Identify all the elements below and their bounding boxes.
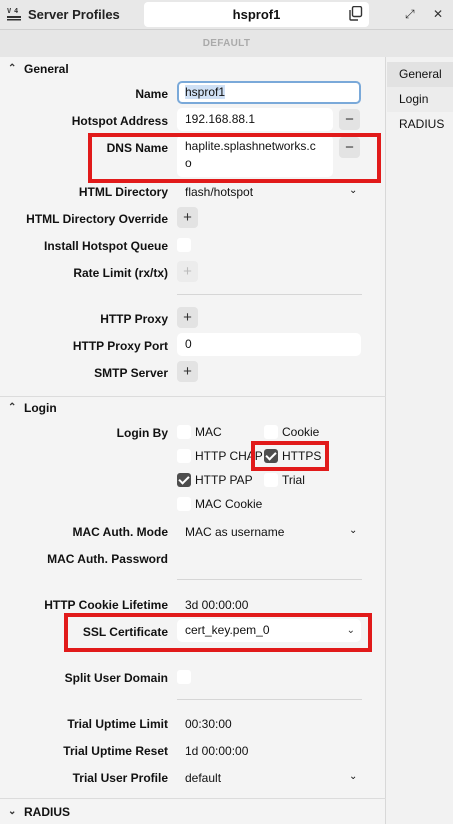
login-section-header[interactable]: ⌃ Login — [0, 397, 386, 419]
smtp-server-add-button[interactable]: + — [177, 361, 198, 382]
hotspot-address-input[interactable]: 192.168.88.1 — [177, 108, 333, 131]
trial-user-profile-label: Trial User Profile — [72, 771, 168, 785]
profile-name-display[interactable]: hsprof1 — [144, 2, 369, 27]
html-directory-override-add-button[interactable]: + — [177, 207, 198, 228]
https-highlight — [251, 441, 329, 471]
http-proxy-add-button[interactable]: + — [177, 307, 198, 328]
divider — [177, 699, 362, 700]
http-chap-checkbox[interactable] — [177, 449, 191, 463]
trial-uptime-limit-value[interactable]: 00:30:00 — [185, 717, 232, 731]
copy-icon[interactable] — [349, 5, 363, 21]
rate-limit-label: Rate Limit (rx/tx) — [73, 266, 168, 280]
chevron-down-icon[interactable]: ⌄ — [349, 525, 357, 536]
chevron-up-icon: ⌃ — [8, 402, 17, 413]
http-pap-option-label: HTTP PAP — [195, 473, 253, 487]
title-bar: V4 Server Profiles hsprof1 ⤢ ✕ — [0, 0, 453, 30]
general-header-label: General — [24, 62, 69, 76]
split-user-domain-label: Split User Domain — [64, 671, 168, 685]
install-hotspot-queue-checkbox[interactable] — [177, 238, 191, 252]
install-hotspot-queue-label: Install Hotspot Queue — [43, 239, 168, 253]
radius-section-header[interactable]: ⌄ RADIUS — [0, 801, 386, 823]
split-user-domain-checkbox[interactable] — [177, 670, 191, 684]
chevron-down-icon[interactable]: ⌄ — [349, 771, 357, 782]
mac-cookie-option-label: MAC Cookie — [195, 497, 263, 511]
mac-auth-password-label: MAC Auth. Password — [47, 552, 168, 566]
chevron-up-icon: ⌃ — [8, 63, 17, 74]
trial-option-label: Trial — [282, 473, 305, 487]
trial-uptime-reset-value[interactable]: 1d 00:00:00 — [185, 744, 248, 758]
http-cookie-lifetime-label: HTTP Cookie Lifetime — [44, 598, 168, 612]
trial-uptime-limit-label: Trial Uptime Limit — [67, 717, 168, 731]
hotspot-address-label: Hotspot Address — [71, 114, 168, 128]
mac-option-label: MAC — [195, 425, 222, 439]
divider — [177, 579, 362, 580]
html-directory-override-label: HTML Directory Override — [26, 212, 168, 226]
radius-header-label: RADIUS — [24, 805, 71, 819]
divider — [177, 294, 362, 295]
window-title: Server Profiles — [28, 7, 120, 22]
login-by-label: Login By — [116, 426, 168, 440]
http-proxy-label: HTTP Proxy — [100, 312, 168, 326]
http-proxy-port-input[interactable]: 0 — [177, 333, 361, 356]
trial-checkbox[interactable] — [264, 473, 278, 487]
mac-auth-mode-select[interactable]: MAC as username — [185, 525, 284, 539]
section-separator — [0, 798, 386, 799]
trial-user-profile-select[interactable]: default — [185, 771, 221, 785]
sidebar-item-radius[interactable]: RADIUS — [387, 112, 453, 137]
http-proxy-port-label: HTTP Proxy Port — [72, 339, 168, 353]
http-cookie-lifetime-value[interactable]: 3d 00:00:00 — [185, 598, 248, 612]
rate-limit-add-button[interactable]: + — [177, 261, 198, 282]
main-panel: ⌃ General Name hsprof1 Hotspot Address 1… — [0, 57, 386, 824]
mac-auth-mode-label: MAC Auth. Mode — [72, 525, 168, 539]
general-section-header[interactable]: ⌃ General — [0, 58, 386, 80]
dns-name-highlight — [88, 133, 381, 183]
chevron-down-icon[interactable]: ⌄ — [349, 185, 357, 196]
mac-cookie-checkbox[interactable] — [177, 497, 191, 511]
app-logo-icon: V4 — [6, 6, 22, 22]
http-pap-checkbox[interactable] — [177, 473, 191, 487]
default-bar: DEFAULT — [0, 30, 453, 57]
name-value: hsprof1 — [185, 85, 226, 99]
expand-icon[interactable]: ⤢ — [405, 7, 415, 22]
sidebar-item-login[interactable]: Login — [387, 87, 453, 112]
smtp-server-label: SMTP Server — [94, 366, 168, 380]
html-directory-label: HTML Directory — [78, 185, 168, 199]
name-input[interactable]: hsprof1 — [177, 81, 361, 104]
sidebar-item-general[interactable]: General — [387, 62, 453, 87]
svg-text:4: 4 — [14, 7, 18, 15]
trial-uptime-reset-label: Trial Uptime Reset — [63, 744, 168, 758]
section-nav: General Login RADIUS — [387, 62, 453, 137]
ssl-certificate-highlight — [64, 613, 372, 652]
hotspot-address-remove-button[interactable]: − — [339, 109, 360, 130]
chevron-down-icon: ⌄ — [8, 806, 17, 817]
login-header-label: Login — [24, 401, 57, 415]
cookie-option-label: Cookie — [282, 425, 320, 439]
cookie-checkbox[interactable] — [264, 425, 278, 439]
close-icon[interactable]: ✕ — [433, 7, 443, 21]
html-directory-select[interactable]: flash/hotspot — [185, 185, 253, 199]
name-label: Name — [135, 87, 168, 101]
mac-checkbox[interactable] — [177, 425, 191, 439]
svg-text:V: V — [7, 7, 12, 15]
